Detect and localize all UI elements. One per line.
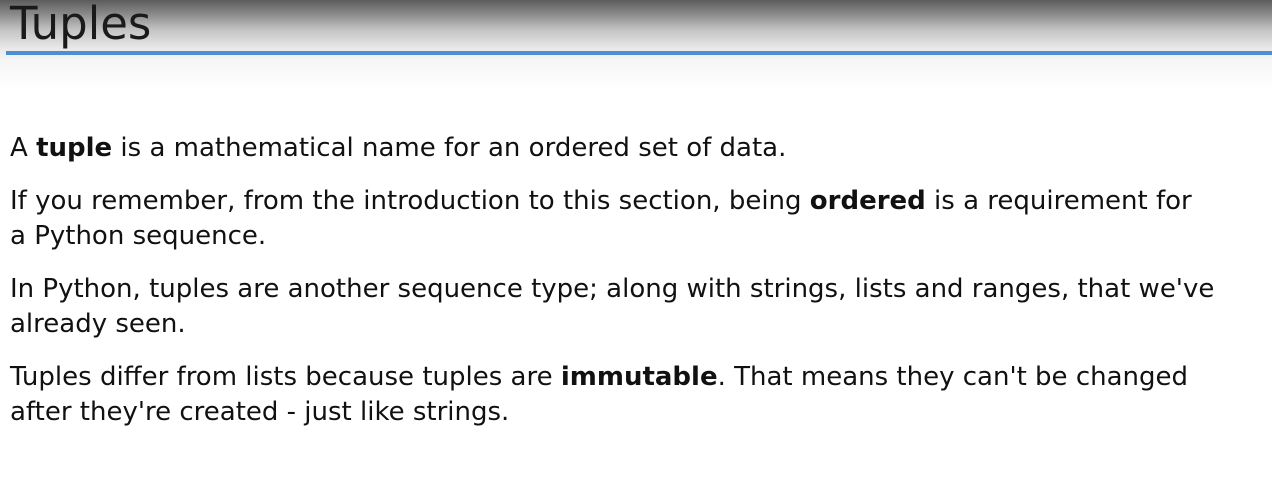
bold-term-ordered: ordered bbox=[809, 186, 926, 216]
paragraph-ordered-requirement: If you remember, from the introduction t… bbox=[10, 184, 1266, 254]
slide-title: Tuples bbox=[10, 0, 152, 50]
text-run: is a requirement for bbox=[925, 186, 1192, 216]
text-run: Tuples differ from lists because tuples … bbox=[10, 362, 561, 392]
paragraph-immutable: Tuples differ from lists because tuples … bbox=[10, 360, 1266, 430]
text-run: already seen. bbox=[10, 309, 186, 339]
text-run: A bbox=[10, 133, 37, 163]
text-run: In Python, tuples are another sequence t… bbox=[10, 274, 1215, 304]
paragraph-tuple-definition: A tuple is a mathematical name for an or… bbox=[10, 131, 1266, 166]
text-run: a Python sequence. bbox=[10, 221, 267, 251]
text-run: . That means they can't be changed bbox=[717, 362, 1189, 392]
slide-body: A tuple is a mathematical name for an or… bbox=[10, 131, 1266, 448]
text-run: is a mathematical name for an ordered se… bbox=[112, 133, 787, 163]
bold-term-immutable: immutable bbox=[560, 362, 718, 392]
paragraph-sequence-types: In Python, tuples are another sequence t… bbox=[10, 272, 1266, 342]
text-run: after they're created - just like string… bbox=[10, 397, 510, 427]
title-underline bbox=[6, 51, 1272, 55]
slide-header: Tuples bbox=[0, 0, 1272, 90]
text-run: If you remember, from the introduction t… bbox=[10, 186, 810, 216]
bold-term-tuple: tuple bbox=[36, 133, 113, 163]
